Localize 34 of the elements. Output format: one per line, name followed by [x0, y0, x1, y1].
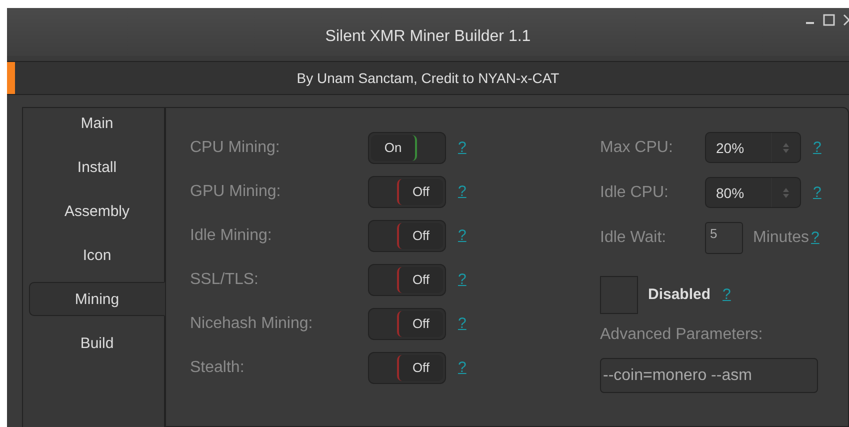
sidebar-tab[interactable]: Icon	[29, 238, 165, 272]
window-title: Silent XMR Miner Builder 1.1	[325, 28, 531, 46]
option-label: GPU Mining:	[190, 182, 282, 200]
option-label: SSL/TLS:	[190, 270, 260, 288]
checkbox-label: Disabled	[648, 286, 711, 303]
toggle-switch[interactable]: Off	[368, 220, 446, 252]
maximize-icon[interactable]	[823, 14, 835, 26]
option-label: Idle Wait:	[600, 228, 668, 246]
option-label: Idle CPU:	[600, 184, 670, 202]
spin-box[interactable]: 20%	[705, 132, 801, 163]
option-label: CPU Mining:	[190, 138, 281, 156]
sidebar-tab[interactable]: Mining	[29, 282, 165, 316]
toggle-switch[interactable]: On	[368, 132, 446, 164]
credit-text: By Unam Sanctam, Credit to NYAN-x-CAT	[296, 70, 560, 86]
option-label: Advanced Parameters:	[600, 326, 763, 344]
input-field[interactable]: --coin=monero --asm	[600, 358, 818, 393]
sidebar-tab[interactable]: Main	[29, 106, 165, 140]
sidebar-tab[interactable]: Install	[29, 150, 165, 184]
toggle-switch[interactable]: Off	[368, 176, 446, 208]
input-field[interactable]: 5	[705, 222, 743, 254]
sidebar-tab[interactable]: Assembly	[29, 194, 165, 228]
sidebar-tab[interactable]: Build	[29, 326, 165, 360]
close-icon[interactable]	[843, 14, 849, 26]
option-label: Max CPU:	[600, 138, 674, 156]
spin-box[interactable]: 80%	[705, 177, 801, 208]
accent-bar	[7, 62, 15, 94]
toggle-switch[interactable]: Off	[368, 352, 446, 384]
option-label: Stealth:	[190, 358, 246, 376]
unit-label: Minutes	[753, 228, 810, 246]
option-label: Nicehash Mining:	[190, 314, 314, 332]
toggle-switch[interactable]: Off	[368, 308, 446, 340]
option-label: Idle Mining:	[190, 226, 273, 244]
checkbox[interactable]	[600, 276, 638, 314]
toggle-switch[interactable]: Off	[368, 264, 446, 296]
